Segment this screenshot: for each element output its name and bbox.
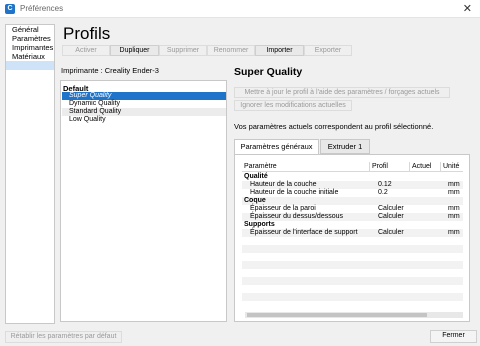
profile-details-title: Super Quality bbox=[234, 66, 303, 78]
profile-item-standard-quality[interactable]: Standard Quality bbox=[62, 108, 226, 116]
setting-unit: mm bbox=[448, 205, 460, 212]
setting-name: Épaisseur de la paroi bbox=[250, 205, 316, 212]
tab-extruder-1[interactable]: Extruder 1 bbox=[320, 139, 370, 154]
header-unit[interactable]: Unité bbox=[441, 162, 463, 172]
table-row: Qualité bbox=[242, 173, 463, 181]
setting-name: Hauteur de la couche bbox=[250, 181, 317, 188]
table-row: Supports bbox=[242, 221, 463, 229]
table-row: Épaisseur de la paroi Calculer mm bbox=[242, 205, 463, 213]
window-titlebar: C Préférences ✕ bbox=[0, 0, 480, 18]
setting-name: Hauteur de la couche initiale bbox=[250, 189, 339, 196]
profile-status-text: Vos paramètres actuels correspondent au … bbox=[234, 122, 434, 131]
table-row-empty bbox=[242, 245, 463, 253]
setting-name: Épaisseur du dessus/dessous bbox=[250, 213, 343, 220]
profile-item-dynamic-quality[interactable]: Dynamic Quality bbox=[62, 100, 226, 108]
close-icon[interactable]: ✕ bbox=[463, 2, 472, 15]
import-button[interactable]: Importer bbox=[255, 45, 304, 56]
table-header: Paramètre Profil Actuel Unité bbox=[242, 162, 463, 172]
section-label: Qualité bbox=[244, 173, 268, 180]
setting-unit: mm bbox=[448, 213, 460, 220]
tab-general-settings[interactable]: Paramètres généraux bbox=[234, 139, 319, 155]
table-row: Hauteur de la couche initiale 0.2 mm bbox=[242, 189, 463, 197]
table-row: Épaisseur du dessus/dessous Calculer mm bbox=[242, 213, 463, 221]
sidebar-item-printers[interactable]: Imprimantes bbox=[6, 43, 54, 52]
table-row-empty bbox=[242, 293, 463, 301]
section-label: Coque bbox=[244, 197, 266, 204]
table-row-empty bbox=[242, 253, 463, 261]
setting-profile-value: Calculer bbox=[378, 205, 404, 212]
sidebar-item-profiles[interactable]: Profils bbox=[6, 61, 54, 70]
page-title: Profils bbox=[63, 24, 111, 43]
cura-app-icon: C bbox=[5, 4, 15, 14]
setting-profile-value: 0.12 bbox=[378, 181, 392, 188]
setting-unit: mm bbox=[448, 181, 460, 188]
settings-table-panel: Paramètre Profil Actuel Unité Qualité Ha… bbox=[234, 154, 470, 322]
horizontal-scrollbar[interactable] bbox=[245, 312, 463, 318]
table-row-empty bbox=[242, 285, 463, 293]
header-parameter[interactable]: Paramètre bbox=[242, 162, 370, 172]
close-button[interactable]: Fermer bbox=[430, 330, 477, 343]
scrollbar-thumb[interactable] bbox=[247, 313, 427, 317]
setting-unit: mm bbox=[448, 189, 460, 196]
table-row: Épaisseur de l'interface de support Calc… bbox=[242, 229, 463, 237]
table-row: Coque bbox=[242, 197, 463, 205]
export-button[interactable]: Exporter bbox=[304, 45, 352, 56]
table-row-empty bbox=[242, 237, 463, 245]
window-title: Préférences bbox=[20, 4, 64, 13]
setting-profile-value: 0.2 bbox=[378, 189, 388, 196]
table-row: Hauteur de la couche 0.12 mm bbox=[242, 181, 463, 189]
header-current[interactable]: Actuel bbox=[410, 162, 441, 172]
profile-item-super-quality[interactable]: Super Quality bbox=[62, 92, 226, 100]
reset-defaults-button[interactable]: Rétablir les paramètres par défaut bbox=[5, 331, 122, 343]
setting-profile-value: Calculer bbox=[378, 213, 404, 220]
update-profile-button[interactable]: Mettre à jour le profil à l'aide des par… bbox=[234, 87, 450, 98]
table-row-empty bbox=[242, 277, 463, 285]
setting-name: Épaisseur de l'interface de support bbox=[250, 229, 358, 236]
duplicate-button[interactable]: Dupliquer bbox=[110, 45, 159, 56]
settings-table: Paramètre Profil Actuel Unité Qualité Ha… bbox=[242, 162, 463, 318]
preferences-sidebar: Général Paramètres Imprimantes Matériaux… bbox=[5, 24, 55, 324]
sidebar-item-general[interactable]: Général bbox=[6, 25, 54, 34]
table-row-empty bbox=[242, 301, 463, 309]
header-profile[interactable]: Profil bbox=[370, 162, 410, 172]
setting-profile-value: Calculer bbox=[378, 229, 404, 236]
table-row-empty bbox=[242, 269, 463, 277]
section-label: Supports bbox=[244, 221, 275, 228]
activate-button[interactable]: Activer bbox=[62, 45, 110, 56]
profile-list: Default Super Quality Dynamic Quality St… bbox=[60, 80, 227, 322]
delete-button[interactable]: Supprimer bbox=[159, 45, 207, 56]
sidebar-item-settings[interactable]: Paramètres bbox=[6, 34, 54, 43]
sidebar-item-materials[interactable]: Matériaux bbox=[6, 52, 54, 61]
printer-label: Imprimante : Creality Ender-3 bbox=[61, 66, 159, 75]
table-row-empty bbox=[242, 261, 463, 269]
setting-unit: mm bbox=[448, 229, 460, 236]
discard-changes-button[interactable]: Ignorer les modifications actuelles bbox=[234, 100, 352, 111]
profile-item-low-quality[interactable]: Low Quality bbox=[62, 116, 226, 124]
rename-button[interactable]: Renommer bbox=[207, 45, 255, 56]
